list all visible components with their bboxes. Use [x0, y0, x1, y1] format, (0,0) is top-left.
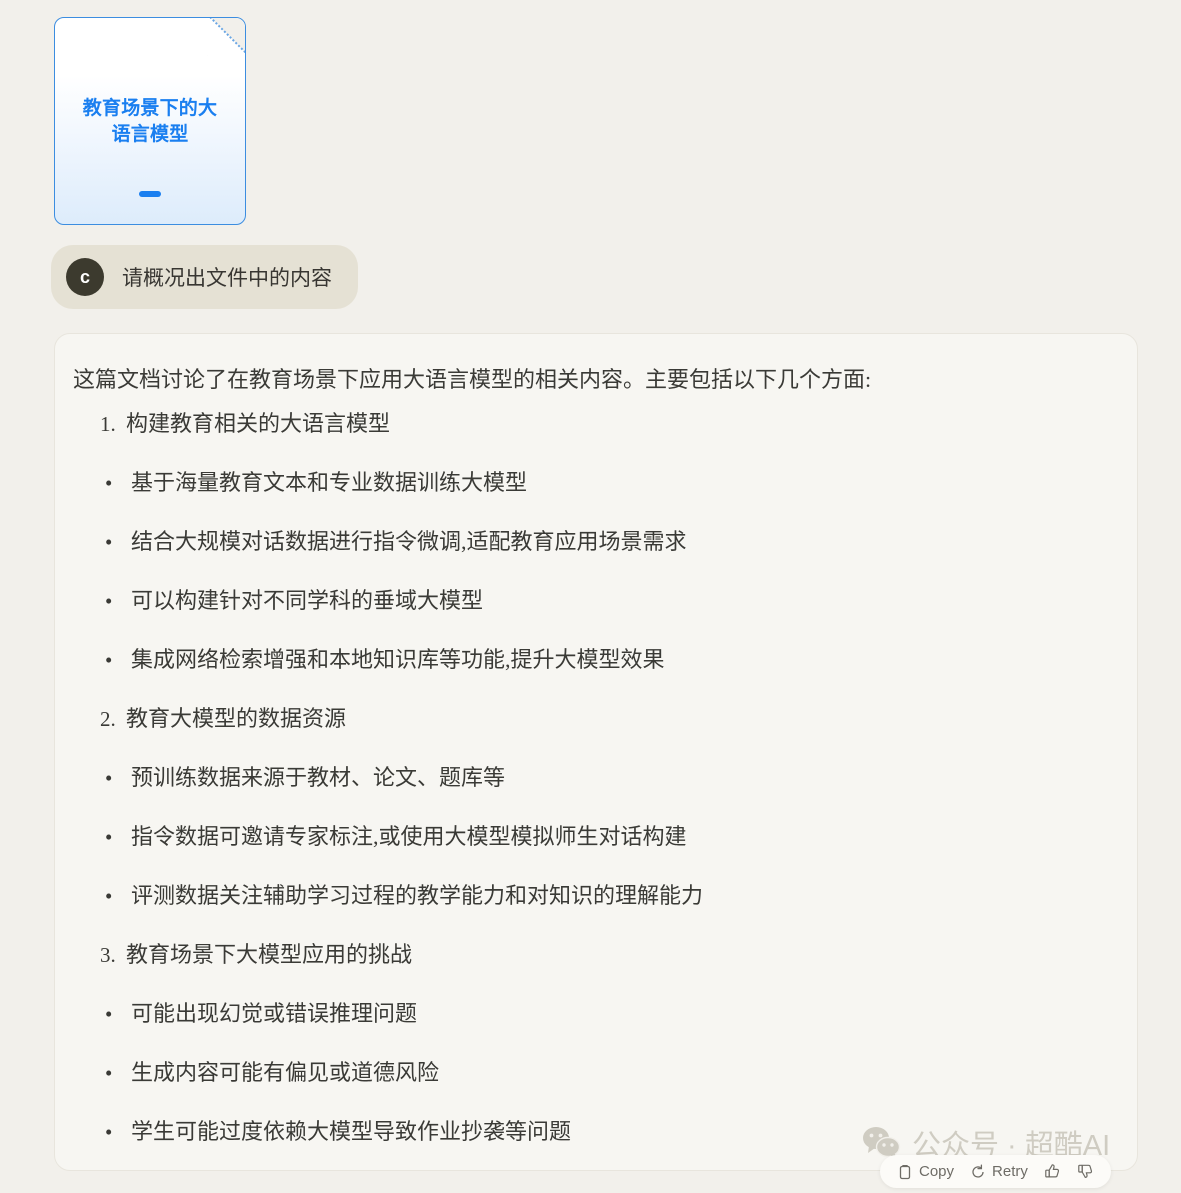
bulleted-list-item: • 生成内容可能有偏见或道德风险 [73, 1058, 1107, 1088]
list-item-bullet-icon: • [105, 471, 113, 495]
bulleted-list-item: • 学生可能过度依赖大模型导致作业抄袭等问题 [73, 1117, 1107, 1147]
list-item-bullet-icon: • [105, 884, 113, 908]
list-item-text: 生成内容可能有偏见或道德风险 [131, 1060, 440, 1085]
user-message-row: c 请概况出文件中的内容 [51, 245, 358, 309]
list-item-bullet-icon: • [105, 648, 113, 672]
user-avatar: c [66, 258, 104, 296]
attachment-title-line-1: 教育场景下的大 [82, 98, 218, 119]
thumbs-up-icon [1045, 1164, 1059, 1178]
list-item-number: 2. [100, 707, 116, 731]
attachment-title-line-2: 语言模型 [111, 124, 189, 145]
bulleted-list-item: • 评测数据关注辅助学习过程的教学能力和对知识的理解能力 [73, 881, 1107, 911]
assistant-response-card: 这篇文档讨论了在教育场景下应用大语言模型的相关内容。主要包括以下几个方面: 1.… [54, 333, 1138, 1171]
list-item-text: 评测数据关注辅助学习过程的教学能力和对知识的理解能力 [131, 883, 704, 908]
list-item-bullet-icon: • [105, 766, 113, 790]
attachment-card-wrapper[interactable]: 教育场景下的大 语言模型 [54, 17, 246, 225]
bulleted-list-item: • 预训练数据来源于教材、论文、题库等 [73, 763, 1107, 793]
attachment-dash-icon [139, 191, 161, 197]
list-item-bullet-icon: • [105, 589, 113, 613]
user-message-bubble: c 请概况出文件中的内容 [51, 245, 358, 309]
clipboard-icon [899, 1164, 911, 1179]
retry-label: Retry [992, 1163, 1028, 1180]
numbered-list-item: 3. 教育场景下大模型应用的挑战 [73, 940, 1107, 970]
bulleted-list-item: • 可以构建针对不同学科的垂域大模型 [73, 586, 1107, 616]
numbered-list-item: 1. 构建教育相关的大语言模型 [73, 409, 1107, 439]
list-item-text: 可以构建针对不同学科的垂域大模型 [131, 588, 484, 613]
list-item-bullet-icon: • [105, 825, 113, 849]
list-item-text: 教育场景下大模型应用的挑战 [126, 942, 413, 967]
list-item-bullet-icon: • [105, 1120, 113, 1144]
bulleted-list-item: • 基于海量教育文本和专业数据训练大模型 [73, 468, 1107, 498]
response-list: 1. 构建教育相关的大语言模型 • 基于海量教育文本和专业数据训练大模型 • 结合大规模对… [73, 409, 1107, 1170]
list-item-bullet-icon: • [105, 1061, 113, 1085]
list-item-number: 3. [100, 943, 116, 967]
attachment-title: 教育场景下的大 语言模型 [67, 96, 233, 148]
copy-button[interactable]: Copy [892, 1160, 959, 1183]
list-item-text: 可能出现幻觉或错误推理问题 [131, 1001, 418, 1026]
list-item-text: 指令数据可邀请专家标注,或使用大模型模拟师生对话构建 [131, 824, 687, 849]
numbered-list-item: 2. 教育大模型的数据资源 [73, 704, 1107, 734]
conversation-thread: 教育场景下的大 语言模型 c 请概况出文件中的内容 这篇文档讨论了在教育场景下应… [0, 0, 1181, 1193]
attachment-document-card[interactable]: 教育场景下的大 语言模型 [54, 17, 246, 225]
list-item-text: 结合大规模对话数据进行指令微调,适配教育应用场景需求 [131, 529, 687, 554]
list-item-text: 基于海量教育文本和专业数据训练大模型 [131, 470, 528, 495]
assistant-response-body: 这篇文档讨论了在教育场景下应用大语言模型的相关内容。主要包括以下几个方面: 1.… [73, 365, 1107, 1170]
list-item-text: 学生可能过度依赖大模型导致作业抄袭等问题 [131, 1119, 572, 1144]
list-item-text: 集成网络检索增强和本地知识库等功能,提升大模型效果 [131, 647, 665, 672]
thumbs-down-button[interactable] [1072, 1160, 1099, 1183]
list-item-text: 预训练数据来源于教材、论文、题库等 [131, 765, 506, 790]
refresh-icon [972, 1164, 984, 1178]
list-item-number: 1. [100, 412, 116, 436]
thumbs-up-button[interactable] [1039, 1160, 1066, 1183]
copy-label: Copy [919, 1163, 955, 1180]
message-action-toolbar: Copy Retry [880, 1155, 1111, 1188]
bulleted-list-item: • 可能出现幻觉或错误推理问题 [73, 999, 1107, 1029]
list-item-bullet-icon: • [105, 1002, 113, 1026]
bulleted-list-item: • 集成网络检索增强和本地知识库等功能,提升大模型效果 [73, 645, 1107, 675]
list-item-text: 教育大模型的数据资源 [126, 706, 347, 731]
bulleted-list-item: • 指令数据可邀请专家标注,或使用大模型模拟师生对话构建 [73, 822, 1107, 852]
bulleted-list-item: • 结合大规模对话数据进行指令微调,适配教育应用场景需求 [73, 527, 1107, 557]
retry-button[interactable]: Retry [965, 1160, 1033, 1183]
response-intro-paragraph: 这篇文档讨论了在教育场景下应用大语言模型的相关内容。主要包括以下几个方面: [73, 367, 872, 392]
document-fold-corner-icon [210, 18, 245, 53]
list-item-bullet-icon: • [105, 530, 113, 554]
user-message-text: 请概况出文件中的内容 [122, 267, 332, 290]
thumbs-down-icon [1078, 1164, 1092, 1179]
list-item-text: 构建教育相关的大语言模型 [126, 411, 391, 436]
